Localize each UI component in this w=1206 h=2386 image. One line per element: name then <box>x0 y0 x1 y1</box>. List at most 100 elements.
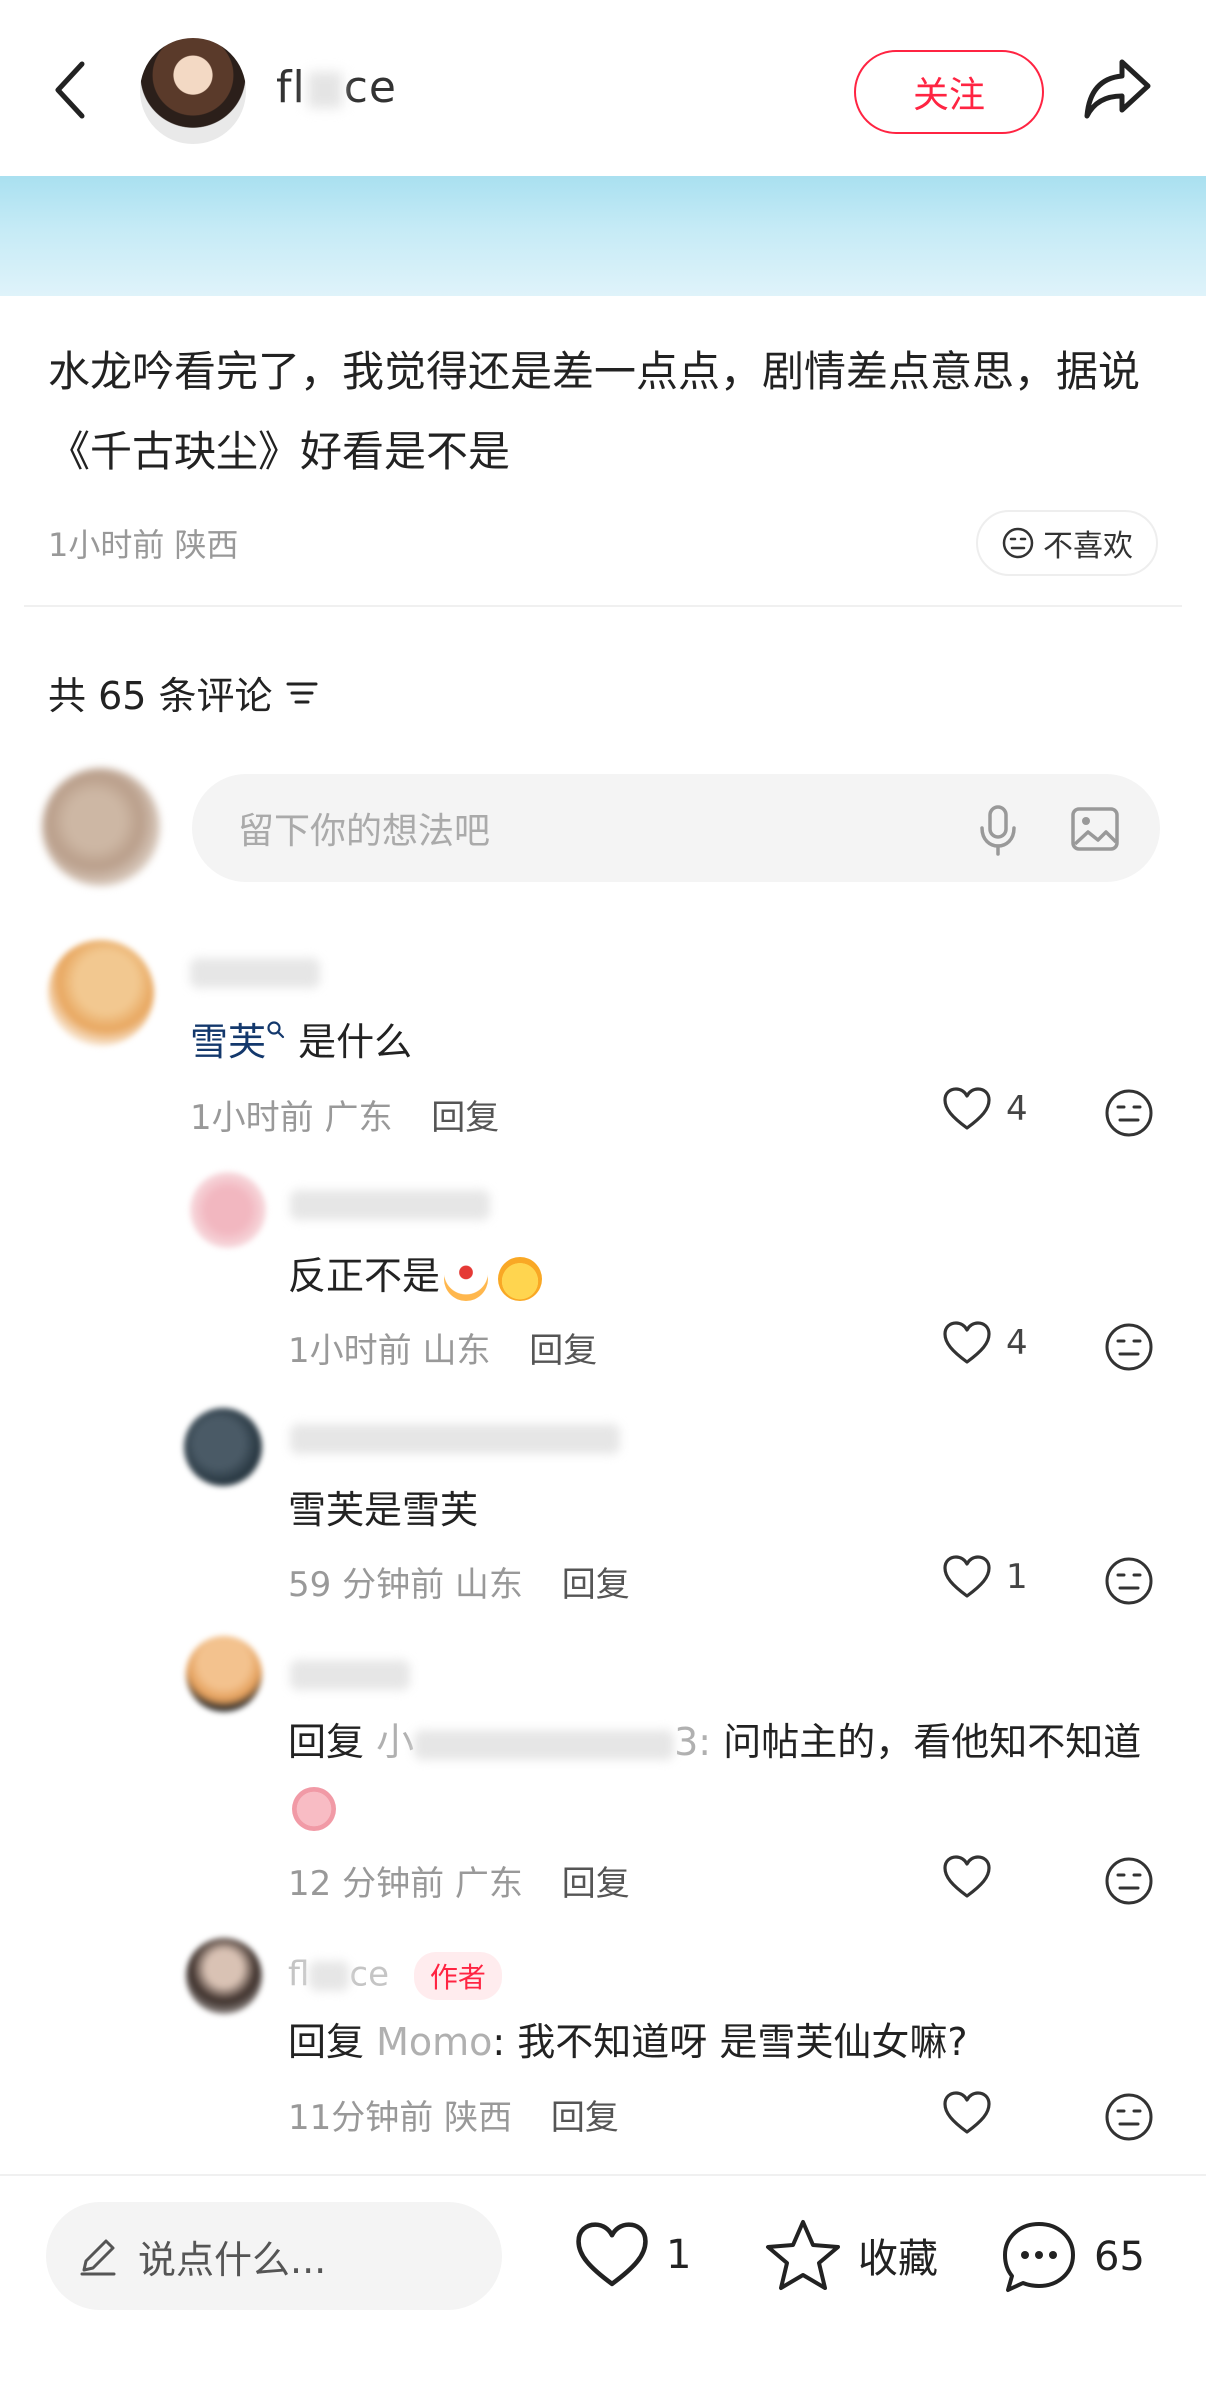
heart-icon <box>943 1855 991 1898</box>
commenter-name[interactable]: fl ce 作者 <box>288 1952 502 2000</box>
commenter-name-end: ce <box>349 1954 390 1995</box>
commenter-name-start: fl <box>288 1954 310 1995</box>
comment-location: 广东 <box>324 1098 393 1138</box>
redacted-blur <box>309 1961 350 1991</box>
reply-target-name[interactable]: Momo <box>376 2020 492 2064</box>
collect-button[interactable]: 收藏 <box>764 2218 938 2292</box>
comment-meta: 11分钟前 陕西 回复 <box>288 2090 619 2139</box>
comment-text: 反正不是 <box>288 1244 543 1308</box>
comment-like-button[interactable]: 1 <box>942 1554 1028 1600</box>
comment-time: 59 分钟前 <box>288 1565 445 1605</box>
post-location: 陕西 <box>174 526 239 564</box>
comment-text-body: 问帖主的，看他知不知道 <box>711 1720 1142 1764</box>
author-name[interactable]: fl ce <box>276 62 397 113</box>
comment-bubble-icon <box>1003 2222 1075 2292</box>
comment-text-body: 是什么 <box>286 1020 413 1064</box>
search-link[interactable]: 雪芙 <box>190 1020 266 1064</box>
mic-icon[interactable] <box>976 804 1020 856</box>
comment-text: 回复 小 3: 问帖主的，看他知不知道 <box>288 1710 1168 1838</box>
reply-button[interactable]: 回复 <box>562 1565 630 1605</box>
reply-target-name[interactable]: 小 <box>376 1720 414 1764</box>
like-count: 4 <box>1006 1089 1028 1129</box>
comment-time: 12 分钟前 <box>288 1864 445 1904</box>
follow-button[interactable]: 关注 <box>854 50 1044 134</box>
sort-icon[interactable] <box>285 678 319 708</box>
divider <box>0 2174 1206 2176</box>
neutral-face-icon[interactable] <box>1104 1322 1154 1372</box>
comment-meta: 1小时前 山东 回复 <box>288 1323 597 1372</box>
comment-avatar[interactable] <box>186 1938 262 2014</box>
comment-meta: 12 分钟前 广东 回复 <box>288 1856 630 1905</box>
post-meta: 1小时前 陕西 <box>48 520 239 566</box>
commenter-name-redacted <box>290 1190 490 1220</box>
like-post-button[interactable]: 1 <box>574 2220 691 2290</box>
heart-icon <box>576 2222 648 2287</box>
dislike-button[interactable]: 不喜欢 <box>976 510 1158 576</box>
comment-avatar[interactable] <box>184 1408 262 1486</box>
commenter-name-redacted <box>190 958 320 988</box>
collect-label: 收藏 <box>858 2236 938 2282</box>
comment-like-button[interactable]: 4 <box>942 1320 1028 1366</box>
comment-avatar[interactable] <box>190 1172 266 1248</box>
neutral-face-icon[interactable] <box>1104 1088 1154 1138</box>
comment-like-button[interactable]: 4 <box>942 1086 1028 1132</box>
like-count: 4 <box>1006 1323 1028 1363</box>
comment-meta: 59 分钟前 山东 回复 <box>288 1557 630 1606</box>
star-icon <box>766 2220 840 2290</box>
neutral-face-icon <box>1002 527 1034 559</box>
comment-avatar[interactable] <box>186 1636 262 1712</box>
neutral-face-icon[interactable] <box>1104 1556 1154 1606</box>
like-count: 1 <box>1006 1557 1028 1597</box>
comment-location: 山东 <box>422 1331 491 1371</box>
author-name-start: fl <box>276 62 306 113</box>
comments-button[interactable]: 65 <box>1000 2220 1145 2294</box>
comment-time: 1小时前 <box>288 1331 412 1371</box>
post-image[interactable] <box>0 176 1206 296</box>
commenter-name-redacted <box>290 1424 620 1454</box>
reply-button[interactable]: 回复 <box>431 1098 499 1138</box>
author-avatar[interactable] <box>140 38 246 144</box>
commenter-name-redacted <box>290 1660 410 1690</box>
heart-icon <box>943 1555 991 1598</box>
reply-button[interactable]: 回复 <box>551 2098 619 2138</box>
reply-button[interactable]: 回复 <box>529 1331 597 1371</box>
dog-emoji-icon <box>498 1256 543 1301</box>
comment-avatar[interactable] <box>48 940 154 1046</box>
reply-button[interactable]: 回复 <box>562 1864 630 1904</box>
comment-location: 广东 <box>454 1864 523 1904</box>
heart-icon <box>943 1321 991 1364</box>
bottom-comment-input[interactable]: 说点什么... <box>46 2202 502 2310</box>
share-icon[interactable] <box>1082 56 1154 122</box>
comment-text-body: : 我不知道呀 是雪芙仙女嘛? <box>492 2020 968 2064</box>
pencil-icon <box>80 2239 116 2276</box>
neutral-face-icon[interactable] <box>1104 1856 1154 1906</box>
comment-location: 陕西 <box>444 2098 513 2138</box>
reply-prefix: 回复 <box>288 2020 365 2064</box>
author-name-end: ce <box>343 62 397 113</box>
comment-time: 1小时前 <box>190 1098 314 1138</box>
post-time: 1小时前 <box>48 526 165 564</box>
heart-icon <box>943 1087 991 1130</box>
post-body: 水龙吟看完了，我觉得还是差一点点，剧情差点意思，据说《千古玦尘》好看是不是 <box>48 347 1141 476</box>
comment-text: 雪芙 是什么 <box>190 1010 412 1074</box>
comment-meta: 1小时前 广东 回复 <box>190 1090 499 1139</box>
comments-count: 共 65 条评论 <box>48 665 319 720</box>
comment-text-body: 反正不是 <box>288 1254 441 1298</box>
author-badge: 作者 <box>413 1952 502 2000</box>
heart-icon <box>943 2091 991 2134</box>
dislike-label: 不喜欢 <box>1043 529 1133 564</box>
image-icon[interactable] <box>1070 806 1120 852</box>
sweat-emoji-icon <box>292 1786 336 1831</box>
comment-input-placeholder: 留下你的想法吧 <box>238 811 491 852</box>
back-icon[interactable] <box>50 58 90 122</box>
comment-count: 65 <box>1094 2234 1145 2280</box>
reply-target-name-end[interactable]: 3: <box>674 1720 711 1764</box>
comment-like-button[interactable] <box>942 1854 1006 1900</box>
rooster-emoji-icon <box>444 1256 489 1301</box>
bottom-input-placeholder: 说点什么... <box>138 2237 327 2282</box>
redacted-blur <box>414 1729 675 1760</box>
my-avatar <box>42 768 160 886</box>
comment-like-button[interactable] <box>942 2090 1006 2136</box>
neutral-face-icon[interactable] <box>1104 2092 1154 2142</box>
comment-text: 雪芙是雪芙 <box>288 1488 479 1532</box>
